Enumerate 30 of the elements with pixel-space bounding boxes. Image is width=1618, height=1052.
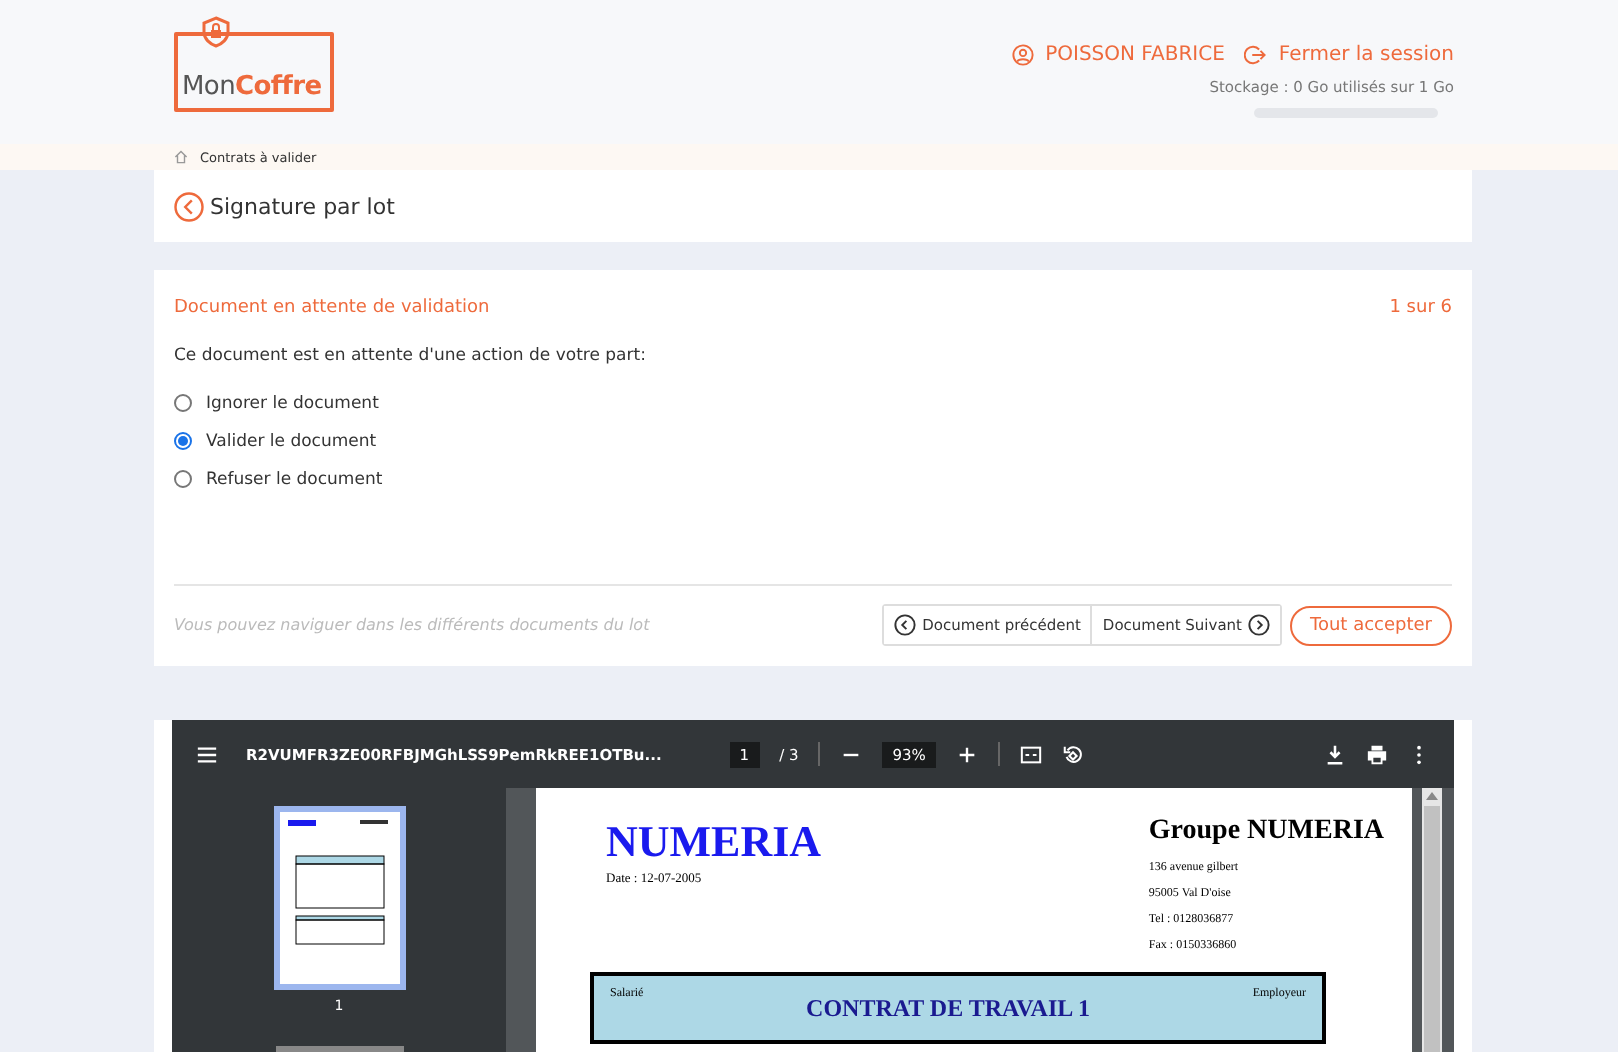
prompt-text: Ce document est en attente d'une action de votre part: [174,346,648,366]
radio-button[interactable] [174,432,192,450]
print-icon[interactable] [1366,743,1388,765]
company-name: NUMERIA [606,816,822,868]
chevron-right-icon [1248,614,1270,636]
scroll-up-icon[interactable] [1426,792,1438,800]
page-thumbnail[interactable] [273,806,405,990]
fit-page-icon[interactable] [1019,743,1042,765]
contract-title: CONTRAT DE TRAVAIL 1 [806,993,1090,1023]
radio-label[interactable]: Ignorer le document [206,393,379,413]
back-icon[interactable] [174,191,204,221]
radio-label[interactable]: Refuser le document [206,469,383,489]
scrollbar[interactable] [1422,788,1442,1052]
radio-button[interactable] [174,394,192,412]
download-icon[interactable] [1324,743,1346,765]
zoom-in-icon[interactable] [955,743,978,765]
radio-label[interactable]: Valider le document [206,431,377,451]
page-title: Signature par lot [210,193,395,219]
hint-text: Vous pouvez naviguer dans les différents documents du lot [174,616,652,634]
document-status: Document en attente de validation [174,298,490,318]
user-icon [1011,44,1034,66]
logout-icon [1244,44,1267,66]
document-counter: 1 sur 6 [1389,298,1452,318]
menu-icon[interactable] [196,743,218,765]
rotate-icon[interactable] [1061,743,1084,765]
radio-button[interactable] [174,470,192,488]
chevron-left-icon [894,614,917,636]
home-icon[interactable] [174,150,188,164]
group-name: Groupe NUMERIA [1148,816,1384,848]
logo: MonCoffre [174,16,334,112]
